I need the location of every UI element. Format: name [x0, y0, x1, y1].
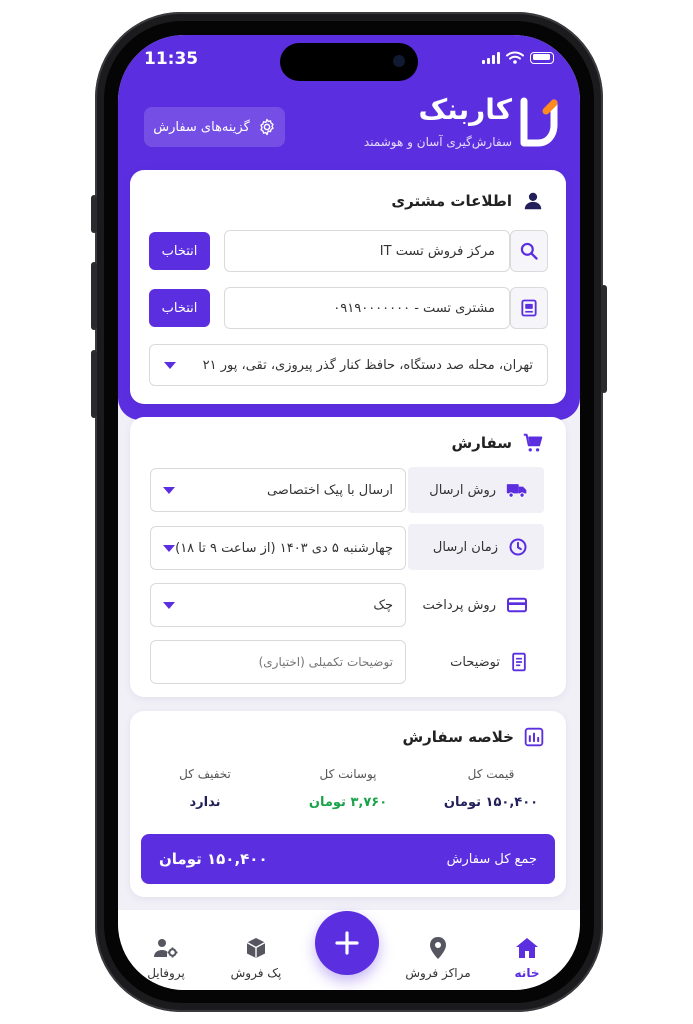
status-icons — [482, 51, 554, 64]
delivery-time-label: زمان ارسال — [408, 524, 544, 570]
chevron-down-icon — [163, 544, 175, 552]
commission-col: پوسانت کل ۳,۷۶۰ تومان — [293, 767, 403, 810]
user-settings-icon — [154, 939, 178, 958]
customer-card-title: اطلاعات مشتری — [391, 190, 544, 212]
select-customer-button[interactable]: انتخاب — [149, 289, 210, 327]
delivery-time-text: زمان ارسال — [432, 539, 498, 555]
nav-profile-label: پروفایل — [147, 966, 185, 980]
grand-total-value: ۱۵۰,۴۰۰ تومان — [159, 850, 268, 868]
search-icon — [520, 242, 538, 260]
camera-icon — [393, 55, 405, 67]
total-price-value: ۱۵۰,۴۰۰ تومان — [443, 795, 539, 810]
order-options-label: گزینه‌های سفارش — [153, 119, 250, 135]
customer-field[interactable]: مشتری تست - ۰۹۱۹۰۰۰۰۰۰۰ — [224, 287, 510, 329]
summary-card: خلاصه سفارش قیمت کل ۱۵۰,۴۰۰ تومان پوسانت… — [130, 711, 566, 897]
volume-down-button — [91, 350, 97, 418]
delivery-time-value: چهارشنبه ۵ دی ۱۴۰۳ (از ساعت ۹ تا ۱۸) — [175, 540, 393, 556]
customer-title-text: اطلاعات مشتری — [391, 192, 512, 210]
address-value: تهران، محله صد دستگاه، حافظ کنار گذر پیر… — [202, 357, 533, 373]
home-icon — [516, 938, 538, 958]
grand-total-label: جمع کل سفارش — [446, 851, 537, 867]
order-title-text: سفارش — [451, 434, 512, 452]
signal-icon — [482, 51, 500, 64]
address-select[interactable]: تهران، محله صد دستگاه، حافظ کنار گذر پیر… — [149, 344, 548, 386]
shipping-method-value: ارسال با پیک اختصاصی — [266, 482, 393, 498]
total-price-label: قیمت کل — [467, 767, 515, 781]
notes-icon — [512, 652, 526, 672]
payment-method-label: روش پرداخت — [408, 582, 544, 628]
grand-total-bar: جمع کل سفارش ۱۵۰,۴۰۰ تومان — [141, 834, 555, 884]
nav-sales-centers-label: مراکز فروش — [405, 966, 471, 980]
notes-label: توضیحات — [408, 639, 544, 685]
cart-icon — [523, 433, 543, 452]
payment-method-text: روش پرداخت — [422, 597, 496, 613]
select-sales-center-button[interactable]: انتخاب — [149, 232, 210, 270]
order-card: سفارش روش ارسال ارسال با پیک اختصاصی زما… — [130, 417, 566, 697]
commission-label: پوسانت کل — [319, 767, 377, 781]
nav-sales-centers[interactable]: مراکز فروش — [398, 934, 478, 980]
chart-icon — [524, 727, 544, 747]
shipping-method-select[interactable]: ارسال با پیک اختصاصی — [150, 468, 406, 512]
power-button — [601, 285, 607, 393]
order-options-button[interactable]: گزینه‌های سفارش — [144, 107, 285, 147]
card-icon — [507, 597, 527, 613]
order-card-title: سفارش — [451, 432, 544, 454]
chevron-down-icon — [163, 486, 175, 494]
truck-icon — [506, 484, 527, 498]
total-price-col: قیمت کل ۱۵۰,۴۰۰ تومان — [436, 767, 546, 810]
box-icon — [246, 938, 266, 958]
nav-profile[interactable]: پروفایل — [126, 934, 206, 980]
brand-name: کاربنک — [418, 93, 512, 126]
contact-card-icon — [521, 299, 537, 317]
brand-logo-icon — [520, 97, 558, 147]
chevron-down-icon — [163, 601, 175, 609]
plus-icon — [335, 931, 359, 955]
brand-tagline: سفارش‌گیری آسان و هوشمند — [363, 135, 512, 149]
clock-icon — [509, 538, 527, 556]
mute-switch — [91, 195, 97, 233]
user-icon — [524, 192, 542, 210]
commission-value: ۳,۷۶۰ تومان — [308, 795, 388, 810]
app-screen: 11:35 کاربنک سفارش‌گیری آسان و هوشمند گز… — [118, 35, 580, 990]
shipping-method-label: روش ارسال — [408, 467, 544, 513]
discount-label: تخفیف کل — [179, 767, 231, 781]
payment-method-select[interactable]: چک — [150, 583, 406, 627]
status-time: 11:35 — [144, 49, 199, 69]
notes-input[interactable] — [150, 640, 406, 684]
summary-title-text: خلاصه سفارش — [402, 728, 514, 746]
summary-card-title: خلاصه سفارش — [402, 727, 544, 747]
sales-center-value: مرکز فروش تست IT — [379, 243, 495, 259]
notes-text: توضیحات — [450, 654, 500, 670]
nav-sales-package-label: پک فروش — [230, 966, 282, 980]
battery-icon — [530, 51, 554, 64]
discount-col: تخفیف کل ندارد — [150, 767, 260, 810]
customer-card: اطلاعات مشتری مرکز فروش تست IT انتخاب مش… — [130, 170, 566, 404]
discount-value: ندارد — [189, 795, 221, 810]
contact-card-icon-button[interactable] — [510, 287, 548, 329]
wifi-icon — [506, 51, 524, 64]
shipping-method-text: روش ارسال — [429, 482, 496, 498]
volume-up-button — [91, 262, 97, 330]
search-icon-button[interactable] — [510, 230, 548, 272]
payment-method-value: چک — [373, 597, 393, 613]
gear-icon — [260, 118, 274, 136]
add-order-button[interactable] — [315, 911, 379, 975]
delivery-time-select[interactable]: چهارشنبه ۵ دی ۱۴۰۳ (از ساعت ۹ تا ۱۸) — [150, 526, 406, 570]
customer-value: مشتری تست - ۰۹۱۹۰۰۰۰۰۰۰ — [333, 300, 495, 316]
sales-center-field[interactable]: مرکز فروش تست IT — [224, 230, 510, 272]
nav-home[interactable]: خانه — [487, 934, 567, 980]
chevron-down-icon — [164, 361, 176, 369]
nav-home-label: خانه — [514, 966, 540, 980]
nav-sales-package[interactable]: پک فروش — [216, 934, 296, 980]
location-pin-icon — [430, 937, 446, 959]
